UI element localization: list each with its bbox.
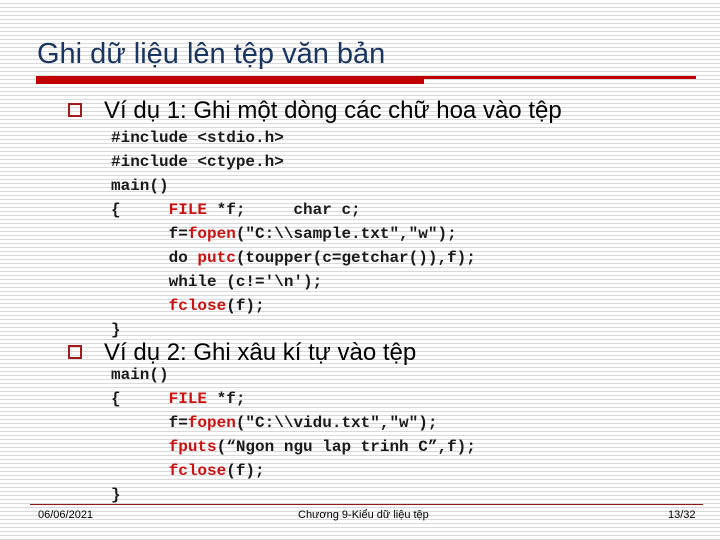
- code-text: {: [111, 390, 169, 408]
- code-line: while (c!='\n');: [111, 270, 476, 294]
- code-keyword: putc: [197, 249, 236, 267]
- code-text: while (c!='\n');: [111, 273, 323, 291]
- title-underline-thick: [36, 76, 424, 84]
- code-text: (“Ngon ngu lap trinh C”,f);: [216, 438, 476, 456]
- code-line: do putc(toupper(c=getchar()),f);: [111, 246, 476, 270]
- code-text: main(): [111, 366, 169, 384]
- code-text: f=: [111, 414, 188, 432]
- code-line: f=fopen("C:\\vidu.txt","w");: [111, 411, 476, 435]
- code-text: {: [111, 201, 169, 219]
- code-text: #include <stdio.h>: [111, 129, 284, 147]
- code-text: (f);: [226, 297, 265, 315]
- code-text: *f;: [207, 390, 246, 408]
- code-keyword: fopen: [187, 414, 236, 432]
- footer-page-number: 13/32: [668, 509, 696, 521]
- code-line: main(): [111, 174, 476, 198]
- code-text: main(): [111, 177, 169, 195]
- hollow-square-bullet-icon: [68, 345, 82, 359]
- code-text: do: [111, 249, 198, 267]
- code-line: { FILE *f; char c;: [111, 198, 476, 222]
- code-line: main(): [111, 363, 476, 387]
- code-text: (toupper(c=getchar()),f);: [235, 249, 476, 267]
- code-keyword: fclose: [168, 462, 227, 480]
- code-text: #include <ctype.h>: [111, 153, 284, 171]
- code-text: *f; char c;: [207, 201, 361, 219]
- code-line: fclose(f);: [111, 459, 476, 483]
- example-2-code: main() { FILE *f; f=fopen("C:\\vidu.txt",…: [111, 363, 476, 507]
- code-text: f=: [111, 225, 188, 243]
- example-1-code: #include <stdio.h> #include <ctype.h> main…: [111, 126, 476, 342]
- code-line: f=fopen("C:\\sample.txt","w");: [111, 222, 476, 246]
- footer-divider: [30, 504, 703, 505]
- code-line: fclose(f);: [111, 294, 476, 318]
- code-line: { FILE *f;: [111, 387, 476, 411]
- code-text: }: [111, 486, 121, 504]
- hollow-square-bullet-icon: [68, 103, 82, 117]
- code-line: fputs(“Ngon ngu lap trinh C”,f);: [111, 435, 476, 459]
- code-line: #include <ctype.h>: [111, 150, 476, 174]
- code-text: (f);: [226, 462, 265, 480]
- code-keyword: fopen: [187, 225, 236, 243]
- footer-chapter-title: Chương 9-Kiểu dữ liệu tệp: [298, 509, 429, 521]
- code-text: ("C:\\vidu.txt","w");: [235, 414, 438, 432]
- code-keyword: fputs: [168, 438, 217, 456]
- code-line: #include <stdio.h>: [111, 126, 476, 150]
- code-keyword: FILE: [168, 390, 208, 408]
- slide-title: Ghi dữ liệu lên tệp văn bản: [37, 38, 386, 70]
- example-1-heading: Ví dụ 1: Ghi một dòng các chữ hoa vào tệ…: [104, 97, 562, 124]
- code-text: ("C:\\sample.txt","w");: [235, 225, 457, 243]
- code-keyword: fclose: [168, 297, 227, 315]
- title-underline-thin: [424, 76, 696, 79]
- code-text: }: [111, 321, 121, 339]
- code-keyword: FILE: [168, 201, 208, 219]
- footer-date: 06/06/2021: [38, 509, 94, 521]
